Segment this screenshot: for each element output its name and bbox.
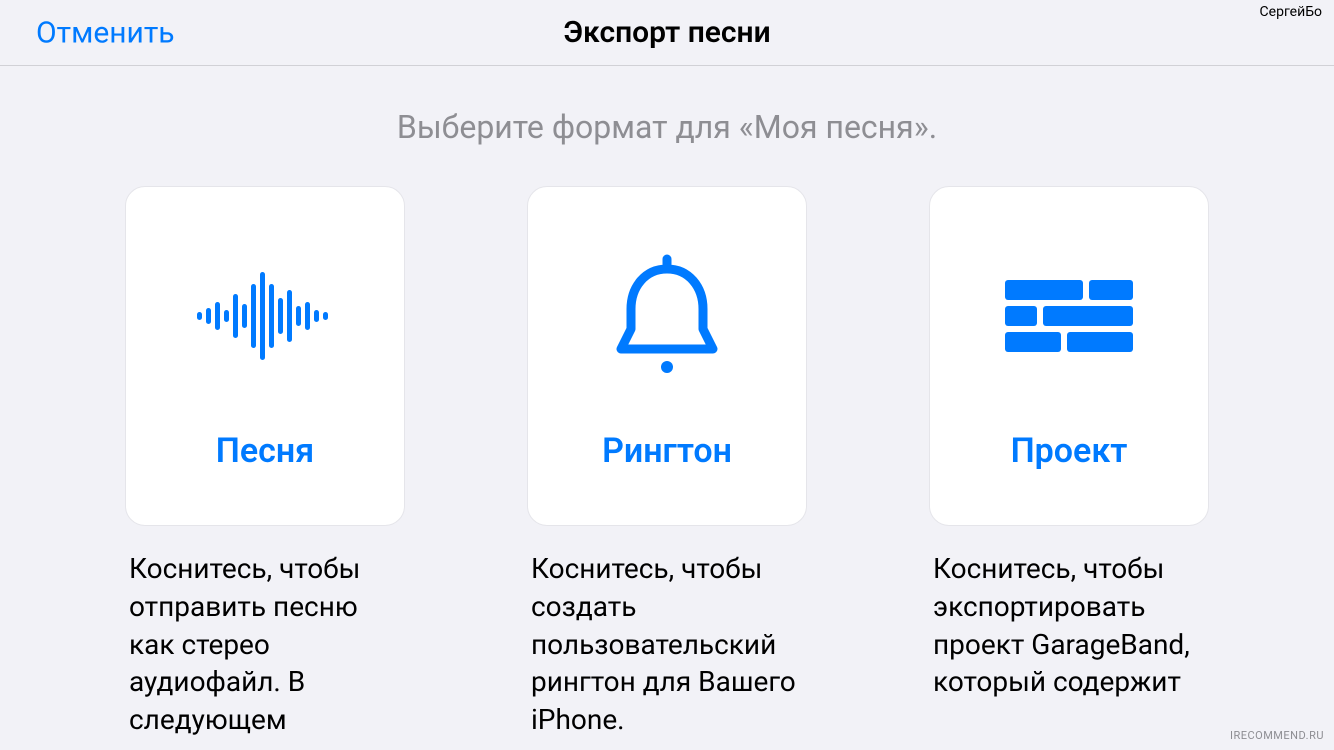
option-card-project[interactable]: Проект — [929, 186, 1209, 526]
subtitle: Выберите формат для «Моя песня». — [0, 108, 1334, 146]
bricks-icon — [999, 241, 1139, 391]
option-title-ringtone: Рингтон — [602, 431, 732, 471]
watermark: IRECOMMEND.RU — [1230, 729, 1324, 742]
option-title-project: Проект — [1011, 431, 1128, 471]
option-project: Проект Коснитесь, чтобы экспортировать п… — [929, 186, 1209, 739]
option-card-song[interactable]: Песня — [125, 186, 405, 526]
bell-icon — [607, 241, 727, 391]
export-options: Песня Коснитесь, чтобы отправить песню к… — [0, 186, 1334, 739]
waveform-icon — [195, 241, 335, 391]
option-card-ringtone[interactable]: Рингтон — [527, 186, 807, 526]
option-description-song: Коснитесь, чтобы отправить песню как сте… — [125, 550, 405, 739]
content: Выберите формат для «Моя песня». — [0, 66, 1334, 739]
option-title-song: Песня — [216, 431, 314, 471]
username-label: СергейБо — [1260, 4, 1322, 20]
option-song: Песня Коснитесь, чтобы отправить песню к… — [125, 186, 405, 739]
page-title: Экспорт песни — [563, 15, 770, 50]
header: Отменить Экспорт песни — [0, 0, 1334, 66]
option-description-ringtone: Коснитесь, чтобы создать пользовательски… — [527, 550, 807, 739]
option-ringtone: Рингтон Коснитесь, чтобы создать пользов… — [527, 186, 807, 739]
option-description-project: Коснитесь, чтобы экспортировать проект G… — [929, 550, 1209, 701]
cancel-button[interactable]: Отменить — [36, 15, 175, 50]
